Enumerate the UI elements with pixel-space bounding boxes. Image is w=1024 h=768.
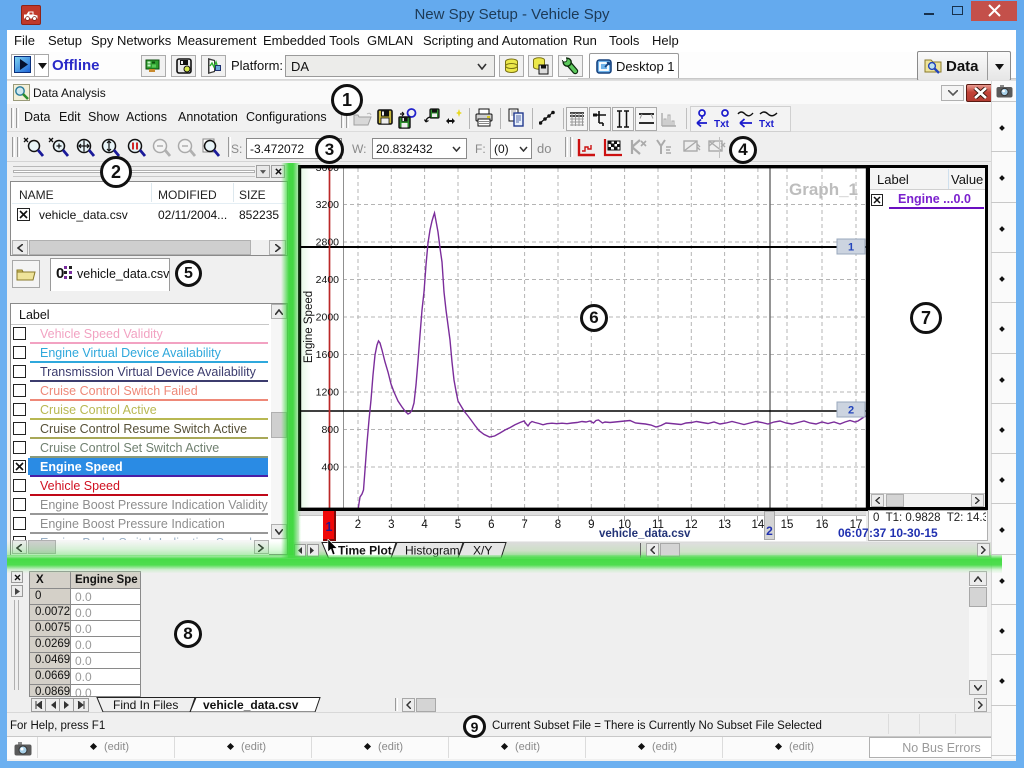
svg-text:2: 2: [848, 405, 854, 417]
svg-text:Engine Speed: Engine Speed: [303, 291, 315, 363]
svg-text:800: 800: [321, 424, 339, 436]
svg-text:1200: 1200: [316, 387, 340, 399]
svg-text:3200: 3200: [316, 199, 340, 211]
svg-text:2000: 2000: [316, 312, 340, 324]
svg-text:Txt: Txt: [714, 119, 730, 129]
svg-text:1600: 1600: [316, 349, 340, 361]
svg-text:vehicle_data.csv: vehicle_data.csv: [203, 698, 299, 712]
svg-text:Find In Files: Find In Files: [113, 698, 178, 712]
svg-text:2800: 2800: [316, 237, 340, 249]
svg-text:Txt: Txt: [759, 119, 775, 129]
svg-text:400: 400: [321, 462, 339, 474]
svg-text:Graph_1: Graph_1: [789, 180, 858, 199]
svg-text:2400: 2400: [316, 274, 340, 286]
svg-text:1: 1: [848, 242, 854, 254]
